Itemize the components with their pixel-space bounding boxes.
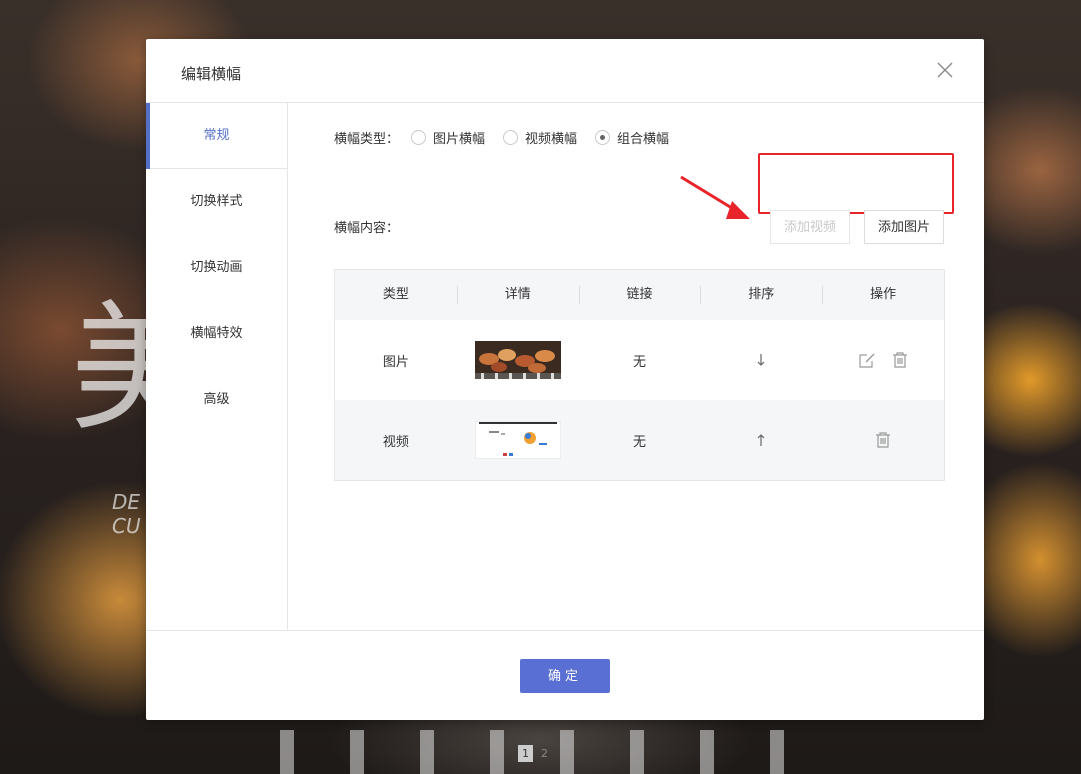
general-settings-panel: 横幅类型： 图片横幅 视频横幅 组合横幅 横幅内容： 添加视频 添加图片 类型 …	[334, 103, 954, 630]
sidebar-item-switch-animation[interactable]: 切换动画	[146, 235, 287, 301]
close-icon	[937, 62, 953, 78]
arrow-up-icon[interactable]	[755, 433, 767, 447]
dialog-footer: 确定	[146, 630, 984, 720]
edit-icon[interactable]	[858, 351, 876, 369]
bbq-image-thumbnail[interactable]	[474, 341, 561, 379]
background-subtitle-line-1: DE	[112, 490, 141, 514]
radio-label: 视频横幅	[525, 131, 578, 147]
row-sort-cell	[700, 433, 822, 447]
radio-image-banner[interactable]: 图片横幅	[411, 128, 485, 147]
close-button[interactable]	[936, 61, 954, 79]
sidebar-item-switch-style[interactable]: 切换样式	[146, 169, 287, 235]
radio-combo-banner[interactable]: 组合横幅	[595, 128, 669, 147]
table-row: 视频 无	[335, 400, 944, 480]
col-sort-header: 排序	[700, 270, 822, 320]
table-row: 图片 无	[335, 320, 944, 400]
background-subtitle: DE CU	[112, 490, 141, 538]
row-link-cell: 无	[632, 434, 646, 450]
banner-pager: 1 2	[518, 745, 552, 762]
dialog-header: 编辑横幅	[146, 39, 984, 103]
pager-page-1[interactable]: 1	[518, 745, 533, 762]
row-sort-cell	[700, 353, 822, 367]
video-thumbnail[interactable]	[474, 421, 561, 459]
add-video-button[interactable]: 添加视频	[770, 210, 850, 244]
arrow-down-icon[interactable]	[755, 353, 767, 367]
trash-icon[interactable]	[892, 351, 908, 369]
settings-sidebar: 常规 切换样式 切换动画 横幅特效 高级	[146, 103, 288, 630]
row-link-cell: 无	[632, 354, 646, 370]
col-ops-header: 操作	[822, 270, 944, 320]
dialog-title: 编辑横幅	[181, 65, 242, 83]
col-link-header: 链接	[578, 270, 701, 320]
radio-label: 组合横幅	[617, 131, 670, 147]
col-detail-header: 详情	[456, 270, 579, 320]
row-actions	[875, 431, 891, 449]
banner-type-label: 横幅类型：	[334, 131, 400, 147]
confirm-button[interactable]: 确定	[520, 659, 610, 693]
row-type-cell: 图片	[382, 354, 409, 370]
row-actions	[858, 351, 908, 369]
red-arrow-annotation-icon	[680, 175, 750, 219]
row-ops-cell	[822, 431, 944, 449]
radio-circle	[411, 129, 427, 145]
row-detail-cell	[457, 341, 579, 379]
pager-page-2[interactable]: 2	[537, 745, 552, 762]
radio-video-banner[interactable]: 视频横幅	[503, 128, 577, 147]
radio-circle	[503, 129, 519, 145]
banner-type-row: 横幅类型： 图片横幅 视频横幅 组合横幅	[334, 127, 669, 147]
background-subtitle-line-2: CU	[112, 514, 141, 538]
add-buttons-highlight-box	[758, 153, 954, 214]
table-header: 类型 详情 链接 排序 操作	[335, 270, 944, 320]
banner-content-label: 横幅内容：	[334, 221, 400, 236]
sidebar-item-advanced[interactable]: 高级	[146, 367, 287, 433]
radio-label: 图片横幅	[433, 131, 486, 147]
row-detail-cell	[457, 421, 579, 459]
row-ops-cell	[822, 351, 944, 369]
trash-icon[interactable]	[875, 431, 891, 449]
sidebar-item-general[interactable]: 常规	[146, 103, 287, 169]
edit-banner-dialog: 编辑横幅 常规 切换样式 切换动画 横幅特效 高级 横幅类型： 图片横幅 视频横…	[146, 39, 984, 720]
add-image-button[interactable]: 添加图片	[864, 210, 944, 244]
row-type-cell: 视频	[382, 434, 409, 450]
sidebar-item-banner-effects[interactable]: 横幅特效	[146, 301, 287, 367]
col-type-header: 类型	[382, 287, 409, 302]
banner-content-table: 类型 详情 链接 排序 操作 图片 无 视频 无	[334, 269, 945, 481]
radio-circle-checked	[595, 129, 611, 145]
